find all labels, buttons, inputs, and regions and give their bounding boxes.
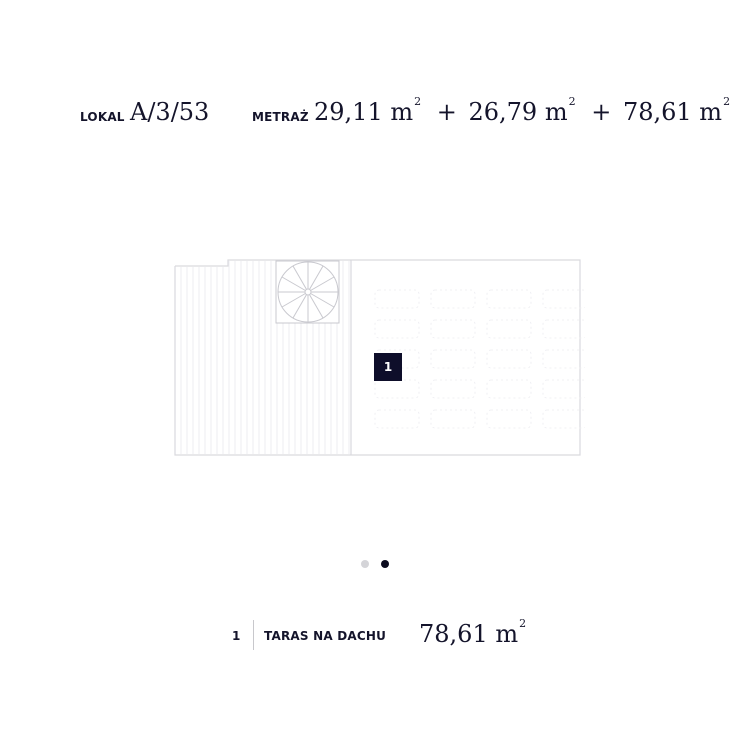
legend-divider — [253, 620, 254, 650]
lokal-label: LOKAL — [80, 110, 125, 124]
pager-dot-1[interactable] — [361, 560, 369, 568]
lokal-value: A/3/53 — [130, 98, 210, 126]
gallery-pager — [361, 560, 389, 568]
metraz-label: METRAŻ — [252, 110, 309, 124]
apartment-header: LOKAL A/3/53 METRAŻ 29,11 m2 + 26,79 m2 … — [80, 95, 730, 136]
area-separator: + — [591, 98, 612, 126]
terrace-tiles — [374, 289, 585, 429]
area-value-2: 26,79 m2 — [468, 95, 576, 126]
legend-room-area: 78,61 m2 — [419, 617, 527, 648]
area-separator: + — [436, 98, 457, 126]
area-value-1: 29,11 m2 — [314, 95, 422, 126]
legend-room-number: 1 — [232, 629, 241, 643]
metraz-values: 29,11 m2 + 26,79 m2 + 78,61 m2 — [314, 95, 731, 126]
room-marker-1[interactable]: 1 — [374, 353, 402, 381]
legend-room-name: TARAS NA DACHU — [264, 629, 387, 643]
area-value-3: 78,61 m2 — [622, 95, 731, 126]
spiral-staircase — [275, 260, 340, 324]
pager-dot-2[interactable] — [381, 560, 389, 568]
room-legend-row: 1 TARAS NA DACHU 78,61 m2 — [232, 617, 532, 652]
